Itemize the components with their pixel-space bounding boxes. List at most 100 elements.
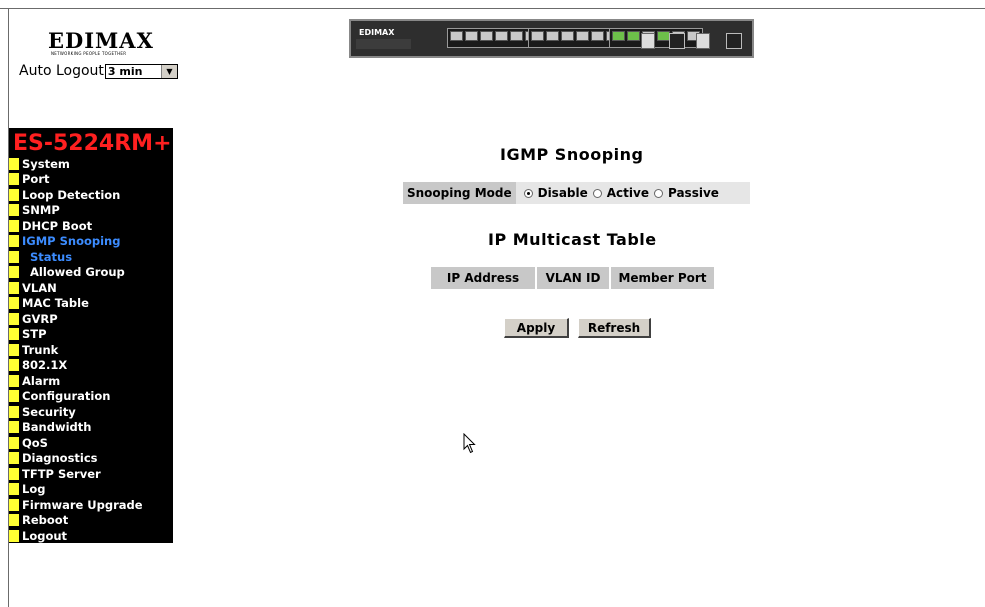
menu-marker-icon [9, 312, 19, 325]
sidebar-item-vlan[interactable]: VLAN [9, 280, 173, 296]
menu-marker-icon [9, 390, 19, 403]
sfp-slot-1 [641, 33, 655, 49]
sidebar-item-alarm[interactable]: Alarm [9, 373, 173, 389]
menu-marker-icon [9, 250, 19, 263]
sidebar-item-dhcp-boot[interactable]: DHCP Boot [9, 218, 173, 234]
sidebar-item-gvrp[interactable]: GVRP [9, 311, 173, 327]
menu-marker-icon [9, 297, 19, 310]
menu-marker-icon [9, 204, 19, 217]
sidebar-item-label: 802.1X [22, 358, 68, 373]
sidebar-item-logout[interactable]: Logout [9, 528, 173, 544]
sidebar-item-allowed-group[interactable]: Allowed Group [9, 265, 173, 281]
sidebar-item-label: Allowed Group [30, 265, 125, 280]
sidebar-item-label: Port [22, 172, 50, 187]
radio-active[interactable] [592, 188, 602, 198]
sidebar-item-label: Configuration [22, 389, 111, 404]
auto-logout-value: 3 min [107, 64, 143, 78]
sidebar-item-loop-detection[interactable]: Loop Detection [9, 187, 173, 203]
sidebar-item-label: GVRP [22, 311, 58, 326]
menu-marker-icon [9, 266, 19, 279]
sidebar-item-configuration[interactable]: Configuration [9, 389, 173, 405]
menu-marker-icon [9, 343, 19, 356]
radio-passive[interactable] [653, 188, 663, 198]
snooping-mode-row: Snooping Mode Disable Active Passive [403, 182, 750, 204]
radio-disable-label[interactable]: Disable [538, 186, 588, 200]
sidebar-item-label: Loop Detection [22, 187, 121, 202]
logo-tagline: NETWORKING PEOPLE TOGETHER [51, 51, 127, 56]
sidebar-item-label: MAC Table [22, 296, 89, 311]
sidebar-item-diagnostics[interactable]: Diagnostics [9, 451, 173, 467]
sidebar-item-port[interactable]: Port [9, 172, 173, 188]
sidebar-item-label: Alarm [22, 373, 61, 388]
sidebar-item-label: DHCP Boot [22, 218, 93, 233]
radio-passive-label[interactable]: Passive [668, 186, 719, 200]
sidebar-item-label: Logout [22, 528, 68, 543]
apply-button[interactable]: Apply [504, 318, 569, 338]
radio-active-label[interactable]: Active [607, 186, 649, 200]
menu-marker-icon [9, 188, 19, 201]
port-group-2 [528, 28, 622, 48]
sidebar-item-label: Firmware Upgrade [22, 497, 143, 512]
mouse-cursor-icon [463, 433, 476, 454]
sidebar-item-security[interactable]: Security [9, 404, 173, 420]
rj45-uplink-2 [726, 33, 742, 49]
auto-logout-label: Auto Logout [19, 63, 104, 79]
sidebar-item-reboot[interactable]: Reboot [9, 513, 173, 529]
menu-marker-icon [9, 374, 19, 387]
header-vlan-id: VLAN ID [537, 267, 609, 289]
sidebar-item-trunk[interactable]: Trunk [9, 342, 173, 358]
sidebar-item-label: Diagnostics [22, 451, 98, 466]
sidebar-item-label: SNMP [22, 203, 60, 218]
sidebar-item-status[interactable]: Status [9, 249, 173, 265]
sidebar-item-firmware-upgrade[interactable]: Firmware Upgrade [9, 497, 173, 513]
sidebar-item-stp[interactable]: STP [9, 327, 173, 343]
sidebar-item-system[interactable]: System [9, 156, 173, 172]
edimax-logo: EDIMAX NETWORKING PEOPLE TOGETHER [48, 30, 153, 63]
sidebar-item-mac-table[interactable]: MAC Table [9, 296, 173, 312]
page-title: IGMP Snooping [500, 145, 644, 164]
sidebar-item-label: TFTP Server [22, 466, 101, 481]
menu-marker-icon [9, 359, 19, 372]
menu-marker-icon [9, 157, 19, 170]
sidebar-item-snmp[interactable]: SNMP [9, 203, 173, 219]
sidebar-item-label: Bandwidth [22, 420, 92, 435]
menu-marker-icon [9, 219, 19, 232]
radio-disable[interactable] [523, 188, 533, 198]
sidebar-item-label: STP [22, 327, 47, 342]
sidebar-item-label: System [22, 156, 70, 171]
rj45-uplink-1 [669, 33, 685, 49]
menu-marker-icon [9, 281, 19, 294]
menu-marker-icon [9, 405, 19, 418]
auto-logout-select[interactable]: 3 min ▼ [104, 63, 178, 79]
sfp-slot-2 [696, 33, 710, 49]
switch-label-plate [356, 39, 411, 49]
menu-marker-icon [9, 235, 19, 248]
menu-marker-icon [9, 529, 19, 542]
chevron-down-icon[interactable]: ▼ [160, 64, 177, 78]
port-group-1 [447, 28, 541, 48]
sidebar-item-label: Status [30, 249, 73, 264]
sidebar-item-label: Security [22, 404, 76, 419]
auto-logout: Auto Logout 3 min ▼ [19, 63, 178, 79]
menu-marker-icon [9, 514, 19, 527]
sidebar-item-label: Reboot [22, 513, 69, 528]
multicast-table: IP Address VLAN ID Member Port [431, 267, 716, 289]
menu-list: System Port Loop Detection SNMP DHCP Boot IGM… [9, 156, 173, 544]
menu-marker-icon [9, 436, 19, 449]
sidebar-item-tftp-server[interactable]: TFTP Server [9, 466, 173, 482]
multicast-table-title: IP Multicast Table [488, 230, 657, 249]
sidebar-item-bandwidth[interactable]: Bandwidth [9, 420, 173, 436]
sidebar-item-log[interactable]: Log [9, 482, 173, 498]
menu-marker-icon [9, 421, 19, 434]
menu-marker-icon [9, 328, 19, 341]
sidebar-item-qos[interactable]: QoS [9, 435, 173, 451]
port-group-3 [609, 28, 703, 48]
switch-brand: EDIMAX [359, 28, 395, 37]
refresh-button[interactable]: Refresh [578, 318, 651, 338]
model-name: ES-5224RM+ [13, 131, 172, 156]
menu-marker-icon [9, 173, 19, 186]
sidebar-item-802-1x[interactable]: 802.1X [9, 358, 173, 374]
sidebar-item-label: IGMP Snooping [22, 234, 121, 249]
sidebar-item-igmp-snooping[interactable]: IGMP Snooping [9, 234, 173, 250]
sidebar-menu: ES-5224RM+ System Port Loop Detection SNMP D… [9, 128, 173, 543]
